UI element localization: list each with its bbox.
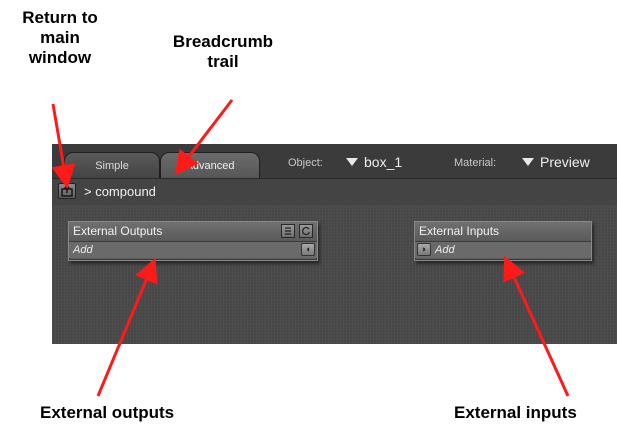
tab-simple[interactable]: Simple [64,152,160,178]
external-inputs-title: External Inputs [419,224,500,238]
port-connector-icon[interactable]: ◗ [417,243,431,256]
callout-external-outputs: External outputs [40,403,175,422]
material-dropdown[interactable]: Preview [522,154,590,170]
external-outputs-add-row[interactable]: Add ◖ [69,242,317,258]
external-inputs-node[interactable]: External Inputs ◗ Add [414,221,592,261]
compound-editor-panel: Simple Advanced Object: box_1 Material: … [52,144,617,344]
material-label: Material: [454,157,497,169]
return-to-main-button[interactable] [58,183,76,199]
refresh-icon[interactable] [299,224,313,238]
tab-bar: Simple Advanced Object: box_1 Material: … [52,144,617,179]
external-inputs-add-row[interactable]: ◗ Add [415,242,591,258]
dropdown-triangle-icon [522,158,534,167]
external-outputs-title: External Outputs [73,224,163,238]
external-inputs-title-bar[interactable]: External Inputs [415,222,591,242]
external-outputs-node[interactable]: External Outputs Add ◖ [68,221,318,261]
port-connector-icon[interactable]: ◖ [301,243,315,256]
material-value: Preview [540,154,590,170]
tab-advanced[interactable]: Advanced [160,152,260,178]
external-outputs-title-bar[interactable]: External Outputs [69,222,317,242]
list-icon[interactable] [281,224,295,238]
callout-breadcrumb-trail: Breadcrumb trail [172,32,274,72]
object-value: box_1 [364,154,403,170]
breadcrumb[interactable]: > compound [84,184,156,199]
callout-external-inputs: External inputs [454,403,577,422]
return-to-main-icon [61,185,73,197]
breadcrumb-bar: > compound [52,179,617,205]
object-dropdown[interactable]: box_1 [346,154,402,170]
callout-return-to-main: Return to main window [22,8,98,68]
object-label: Object: [288,157,323,169]
dropdown-triangle-icon [346,158,358,167]
external-outputs-add-label: Add [73,244,93,256]
